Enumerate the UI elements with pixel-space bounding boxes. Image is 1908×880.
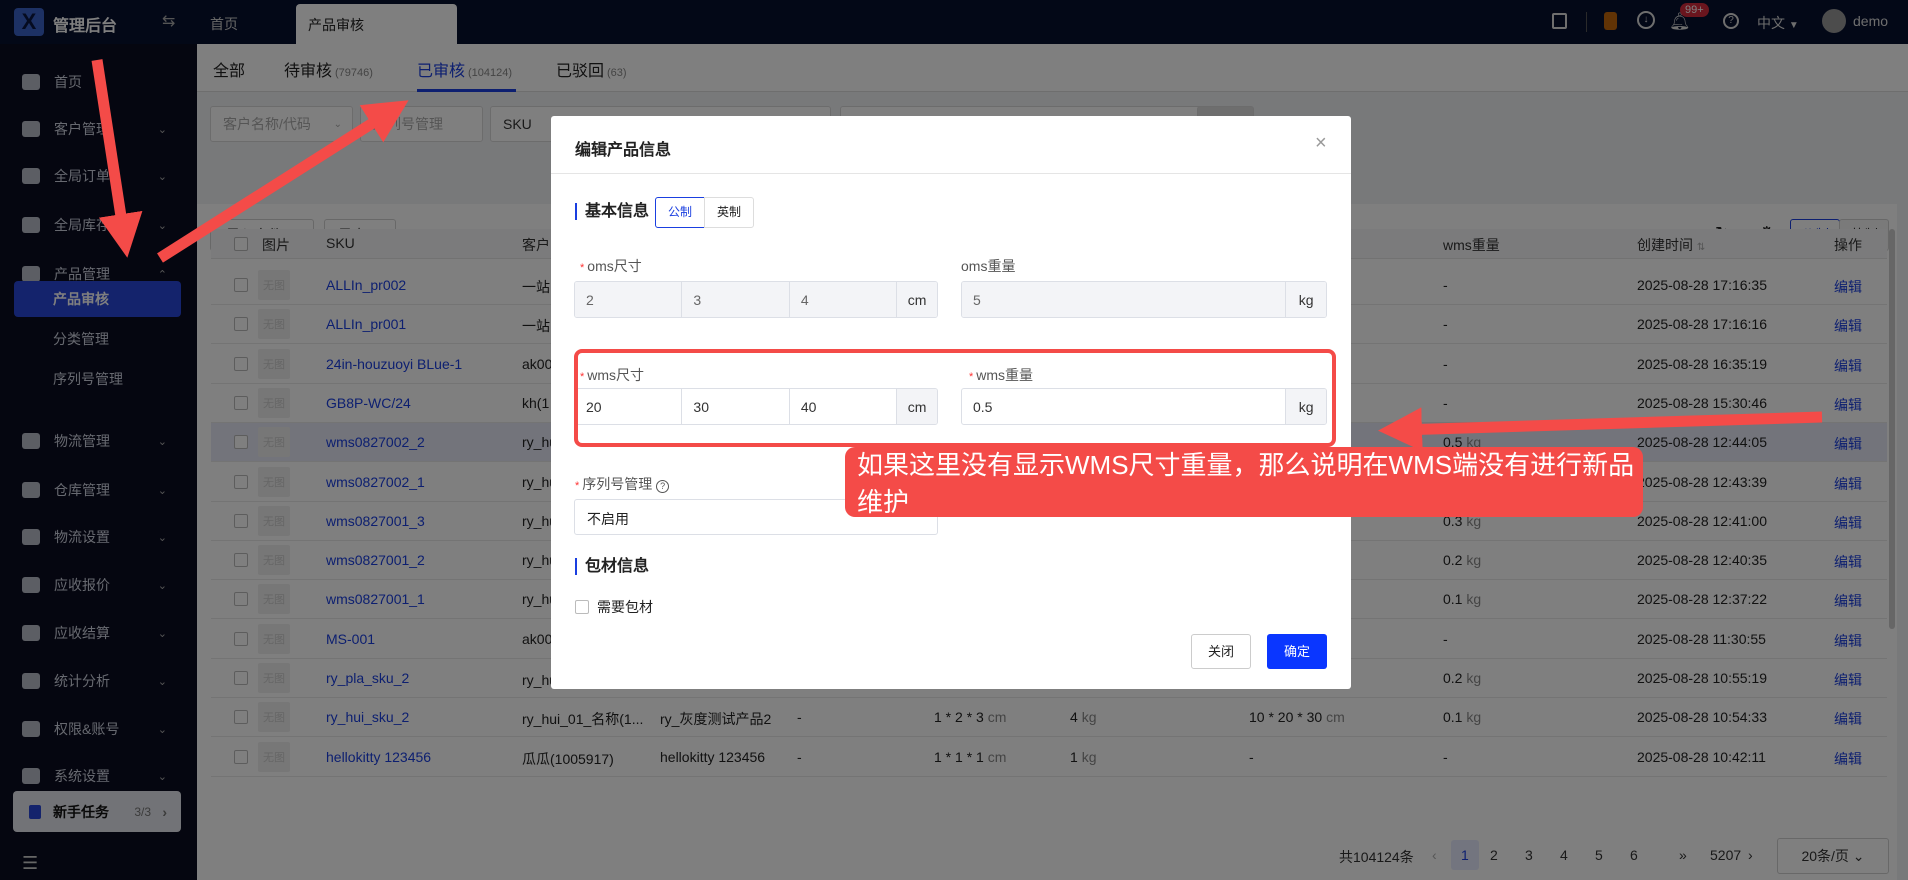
- annotation-arrows: [91, 59, 1823, 452]
- arrow-to-approved-tab: [157, 100, 409, 263]
- arrow-to-wms-fields: [1378, 407, 1823, 452]
- arrow-to-product-menu: [91, 59, 143, 258]
